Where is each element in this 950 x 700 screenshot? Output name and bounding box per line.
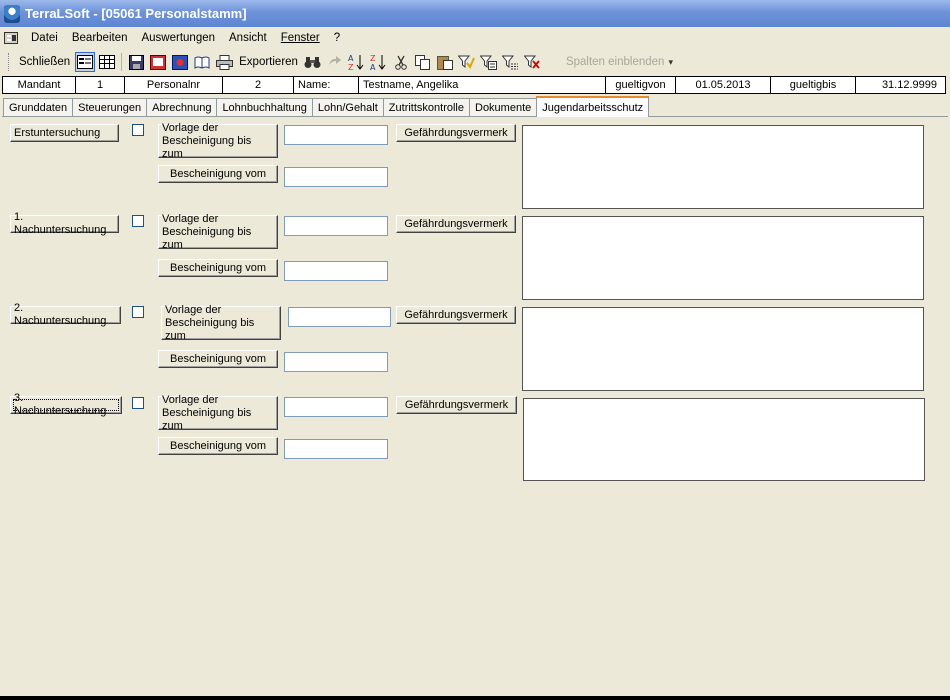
copy-icon[interactable] [413, 52, 433, 72]
menu-ansicht[interactable]: Ansicht [222, 32, 274, 44]
nachuntersuchung-1-vorlage-button[interactable]: Vorlage der Bescheinigung bis zum [158, 213, 278, 251]
employee-header-row: Mandant 1 Personalnr 2 Name: Testname, A… [2, 76, 946, 94]
erstuntersuchung-vorlage-input[interactable] [284, 125, 388, 145]
remove-filter-icon[interactable] [523, 52, 543, 72]
svg-text:A: A [370, 63, 376, 71]
tab-steuerungen[interactable]: Steuerungen [72, 98, 148, 117]
close-button[interactable]: Schließen [15, 56, 74, 68]
nachuntersuchung-3-checkbox[interactable] [132, 397, 144, 409]
nachuntersuchung-3-vorlage-button[interactable]: Vorlage der Bescheinigung bis zum [158, 394, 278, 432]
menu-fenster-label: Fenster [280, 32, 320, 44]
nachuntersuchung-1-gefaehrdung-button[interactable]: Gefährdungsvermerk [396, 215, 516, 233]
menu-help[interactable]: ? [327, 32, 347, 44]
tab-jugendarbeitsschutz[interactable]: Jugendarbeitsschutz [536, 96, 650, 117]
nachuntersuchung-2-vorlage-button[interactable]: Vorlage der Bescheinigung bis zum [161, 304, 281, 342]
nachuntersuchung-2-checkbox[interactable] [132, 306, 144, 318]
tab-lohnbuchhaltung[interactable]: Lohnbuchhaltung [216, 98, 313, 117]
erstuntersuchung-gefaehrdung-button[interactable]: Gefährdungsvermerk [396, 124, 516, 142]
toolbar-separator [121, 53, 123, 71]
show-columns-dropdown-icon[interactable]: ▾ [668, 57, 673, 68]
nachuntersuchung-3-gefaehrdung-button[interactable]: Gefährdungsvermerk [396, 396, 517, 414]
tab-abrechnung[interactable]: Abrechnung [146, 98, 218, 117]
book-icon[interactable] [192, 52, 212, 72]
erstuntersuchung-button[interactable]: Erstuntersuchung [10, 124, 119, 142]
export-button[interactable]: Exportieren [235, 56, 302, 68]
window-title: TerraLSoft - [05061 Personalstamm] [25, 6, 247, 21]
print-preview-icon[interactable] [148, 52, 168, 72]
filter-icon[interactable] [457, 52, 477, 72]
table-view-icon[interactable] [97, 52, 117, 72]
nachuntersuchung-2-gefaehrdung-button[interactable]: Gefährdungsvermerk [396, 306, 516, 324]
filter-form-icon[interactable] [479, 52, 499, 72]
menu-datei[interactable]: Datei [24, 32, 65, 44]
nachuntersuchung-1-checkbox[interactable] [132, 215, 144, 227]
nav-icon[interactable] [325, 52, 345, 72]
nachuntersuchung-2-button[interactable]: 2. Nachuntersuchung [10, 302, 121, 327]
menu-bearbeiten[interactable]: Bearbeiten [65, 32, 135, 44]
mandant-value: 1 [76, 77, 125, 93]
record-icon[interactable] [170, 52, 190, 72]
app-logo-icon [4, 4, 20, 23]
paste-icon[interactable] [435, 52, 455, 72]
svg-text:Z: Z [370, 54, 376, 63]
name-value: Testname, Angelika [359, 77, 606, 93]
erstuntersuchung-bescheinigung-input[interactable] [284, 167, 388, 187]
nachuntersuchung-1-bescheinigung-button[interactable]: Bescheinigung vom [158, 259, 278, 277]
toolbar-grip[interactable] [8, 53, 11, 71]
menu-fenster[interactable]: Fenster [274, 32, 327, 44]
mandant-label: Mandant [3, 77, 76, 93]
tab-bar: Grunddaten Steuerungen Abrechnung Lohnbu… [3, 96, 650, 117]
erstuntersuchung-checkbox[interactable] [132, 124, 144, 136]
nachuntersuchung-3-bescheinigung-input[interactable] [284, 439, 388, 459]
form-view-icon[interactable] [75, 52, 96, 72]
sort-asc-icon[interactable]: AZ [347, 52, 367, 72]
gueltigvon-value: 01.05.2013 [676, 77, 771, 93]
nachuntersuchung-3-bescheinigung-button[interactable]: Bescheinigung vom [158, 437, 278, 455]
tab-panel-border [2, 116, 948, 117]
system-menu-icon[interactable] [4, 32, 18, 44]
printer-icon[interactable] [214, 52, 234, 72]
title-bar: TerraLSoft - [05061 Personalstamm] [0, 0, 950, 27]
save-icon[interactable] [126, 52, 146, 72]
cut-icon[interactable] [391, 52, 411, 72]
sort-desc-icon[interactable]: ZA [369, 52, 389, 72]
nachuntersuchung-3-gefaehrdung-memo[interactable] [523, 398, 925, 481]
erstuntersuchung-gefaehrdung-memo[interactable] [522, 125, 924, 209]
nachuntersuchung-2-bescheinigung-input[interactable] [284, 352, 388, 372]
svg-text:Z: Z [348, 63, 354, 71]
gueltigvon-label: gueltigvon [606, 77, 676, 93]
nachuntersuchung-1-gefaehrdung-memo[interactable] [522, 216, 924, 300]
nachuntersuchung-1-bescheinigung-input[interactable] [284, 261, 388, 281]
tab-zutrittskontrolle[interactable]: Zutrittskontrolle [382, 98, 470, 117]
tab-dokumente[interactable]: Dokumente [469, 98, 538, 117]
nachuntersuchung-1-vorlage-input[interactable] [284, 216, 388, 236]
window-bottom-border [0, 696, 950, 700]
nachuntersuchung-2-vorlage-input[interactable] [288, 307, 391, 327]
toolbar: Schließen Exportieren AZ ZA Spalten einb… [2, 50, 674, 74]
filter-list-icon[interactable] [501, 52, 521, 72]
tab-grunddaten[interactable]: Grunddaten [3, 98, 74, 117]
tab-lohn-gehalt[interactable]: Lohn/Gehalt [311, 98, 384, 117]
nachuntersuchung-3-button[interactable]: 3. Nachuntersuchung [10, 392, 122, 417]
personalnr-value: 2 [223, 77, 294, 93]
show-columns-button[interactable]: Spalten einblenden [566, 56, 664, 68]
gueltigbis-label: gueltigbis [771, 77, 856, 93]
nachuntersuchung-3-vorlage-input[interactable] [284, 397, 388, 417]
menu-auswertungen[interactable]: Auswertungen [134, 32, 222, 44]
name-label: Name: [294, 77, 359, 93]
gueltigbis-value: 31.12.9999 [881, 79, 937, 91]
personalnr-label: Personalnr [125, 77, 223, 93]
nachuntersuchung-2-gefaehrdung-memo[interactable] [522, 307, 924, 391]
menu-bar: Datei Bearbeiten Auswertungen Ansicht Fe… [0, 28, 950, 48]
nachuntersuchung-1-button[interactable]: 1. Nachuntersuchung [10, 211, 119, 236]
binoculars-icon[interactable] [303, 52, 323, 72]
nachuntersuchung-2-bescheinigung-button[interactable]: Bescheinigung vom [158, 350, 278, 368]
svg-text:A: A [348, 54, 354, 63]
erstuntersuchung-bescheinigung-button[interactable]: Bescheinigung vom [158, 165, 278, 183]
erstuntersuchung-vorlage-button[interactable]: Vorlage der Bescheinigung bis zum [158, 122, 278, 160]
